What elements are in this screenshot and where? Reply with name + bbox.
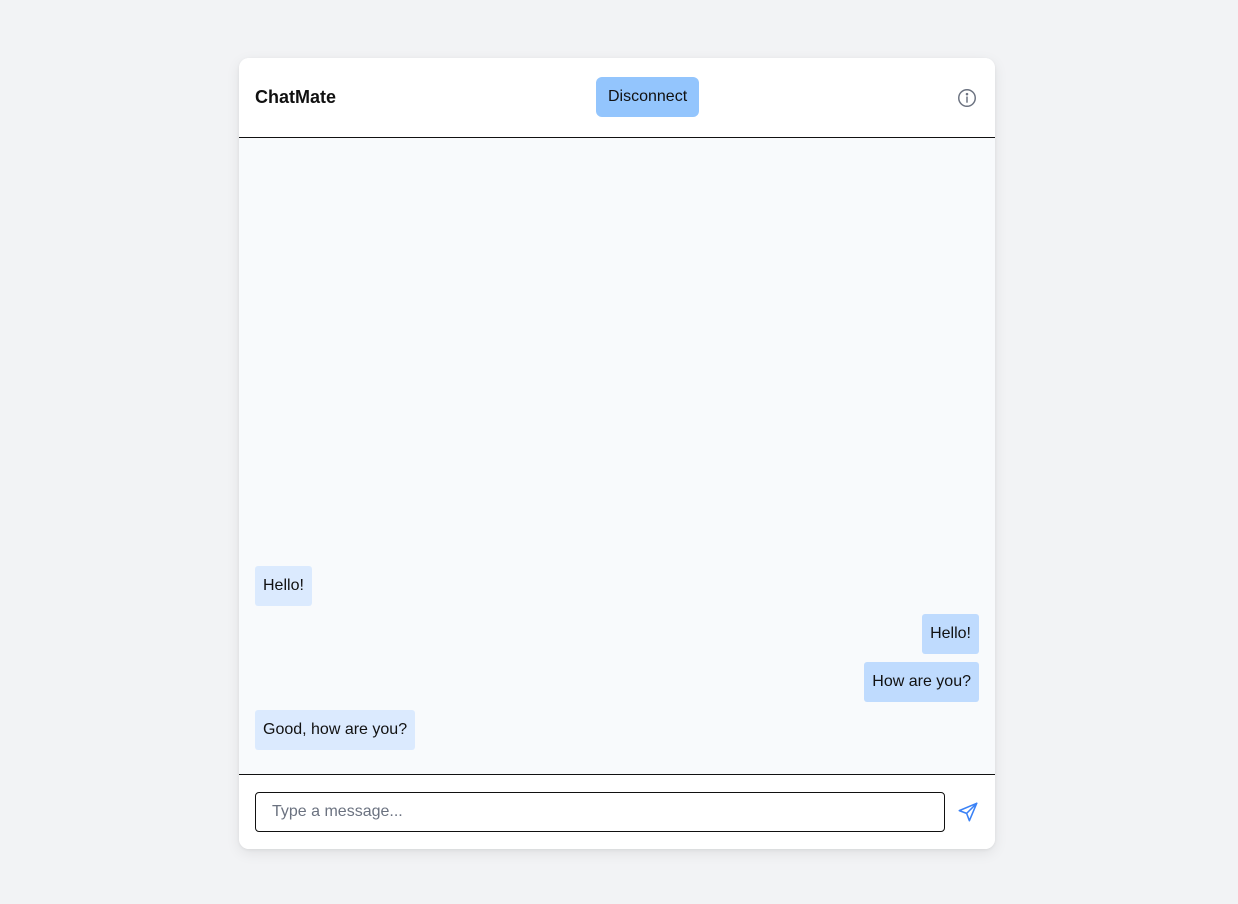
chat-header: ChatMate Disconnect <box>239 58 995 138</box>
message-outgoing: How are you? <box>864 662 979 702</box>
message-composer <box>239 774 995 849</box>
app-title: ChatMate <box>255 87 337 107</box>
message-list[interactable]: Hello! Hello! How are you? Good, how are… <box>239 138 995 774</box>
chat-window: ChatMate Disconnect Hello! Hello! How ar… <box>239 58 995 849</box>
message-incoming: Hello! <box>255 566 312 606</box>
message-outgoing: Hello! <box>922 614 979 654</box>
message-incoming: Good, how are you? <box>255 710 416 750</box>
send-icon[interactable] <box>957 801 979 823</box>
message-input[interactable] <box>255 792 945 832</box>
disconnect-button[interactable]: Disconnect <box>596 77 700 117</box>
info-icon[interactable] <box>955 86 979 110</box>
